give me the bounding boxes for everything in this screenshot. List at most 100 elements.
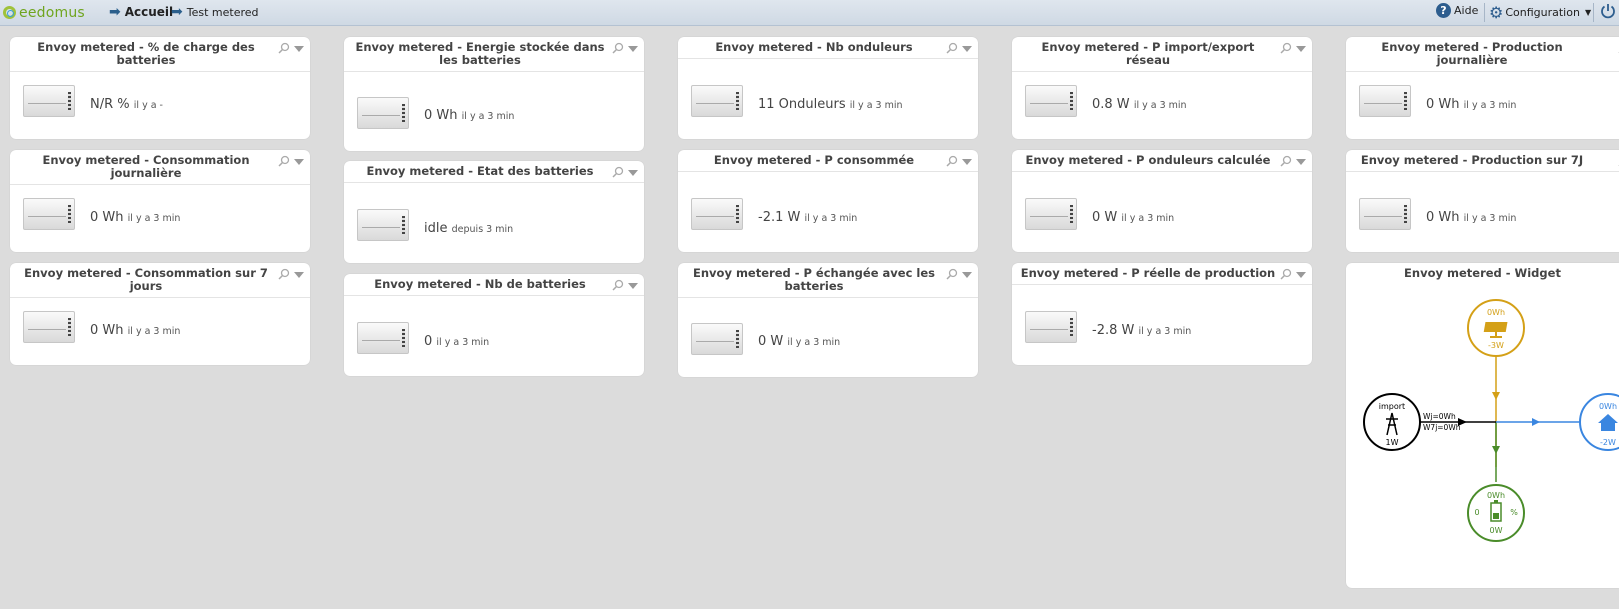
widget-title: Envoy metered - % de charge des batterie… [10, 37, 310, 72]
device-image [23, 198, 75, 230]
device-image [1025, 311, 1077, 343]
divider [1484, 3, 1485, 22]
widget-title: Envoy metered - Nb de batteries [344, 274, 644, 296]
zoom-icon[interactable] [612, 42, 624, 54]
zoom-icon[interactable] [612, 166, 624, 178]
widget-title: Envoy metered - Energie stockée dans les… [344, 37, 644, 72]
help-label: Aide [1454, 4, 1479, 17]
solar-flow-arrow [1492, 392, 1500, 400]
home-top-label: 0Wh [1599, 402, 1617, 411]
menu-dropdown-icon[interactable] [628, 46, 638, 52]
widget-value: 0 Wh il y a 3 min [1426, 97, 1517, 112]
energy-flow-diagram: 0Wh -3W import 1W Wj=0Wh W7j=0Wh 0Wh -2W… [1363, 299, 1619, 542]
widget-card: Envoy metered - P réelle de production -… [1012, 263, 1312, 365]
widget-value: 0 il y a 3 min [424, 334, 490, 349]
widget-card: Envoy metered - % de charge des batterie… [10, 37, 310, 139]
zoom-icon[interactable] [946, 155, 958, 167]
arrow-right-icon: ➡ [171, 4, 183, 20]
zoom-icon[interactable] [612, 279, 624, 291]
home-flow-arrow [1532, 418, 1540, 426]
zoom-icon[interactable] [278, 42, 290, 54]
device-image [357, 209, 409, 241]
zoom-icon[interactable] [278, 268, 290, 280]
widget-title: Envoy metered - Consommation journalière [10, 150, 310, 185]
widget-value: idle depuis 3 min [424, 221, 514, 236]
menu-dropdown-icon[interactable] [962, 46, 972, 52]
zoom-icon[interactable] [1280, 268, 1292, 280]
battery-right-label: % [1510, 508, 1518, 517]
widget-value: 0 Wh il y a 3 min [90, 210, 181, 225]
grid-week-label: W7j=0Wh [1423, 423, 1461, 432]
menu-dropdown-icon[interactable] [962, 272, 972, 278]
widget-card: Envoy metered - Etat des batteries idle … [344, 161, 644, 263]
menu-dropdown-icon[interactable] [1296, 159, 1306, 165]
configuration-label: Configuration [1505, 6, 1580, 19]
zoom-icon[interactable] [1280, 155, 1292, 167]
device-image [1025, 198, 1077, 230]
menu-dropdown-icon[interactable] [628, 170, 638, 176]
device-image [691, 85, 743, 117]
device-image [23, 85, 75, 117]
device-image [1359, 85, 1411, 117]
widget-value: N/R % il y a - [90, 97, 163, 112]
widget-value: 11 Onduleurs il y a 3 min [758, 97, 903, 112]
widget-card: Envoy metered - P onduleurs calculée 0 W… [1012, 150, 1312, 252]
divider [1593, 3, 1594, 22]
energy-flow-widget: Envoy metered - Widget 0Wh -3W import 1W… [1346, 263, 1619, 588]
widget-value: 0 Wh il y a 3 min [1426, 210, 1517, 225]
widget-card: Envoy metered - Production journalière 0… [1346, 37, 1619, 139]
menu-dropdown-icon[interactable] [1296, 272, 1306, 278]
widget-title: Envoy metered - P import/export réseau [1012, 37, 1312, 72]
widget-value: -2.1 W il y a 3 min [758, 210, 858, 225]
menu-dropdown-icon[interactable] [294, 159, 304, 165]
zoom-icon[interactable] [1280, 42, 1292, 54]
eedomus-logo[interactable]: eedomus [0, 3, 85, 22]
device-image [691, 323, 743, 355]
battery-flow-arrow [1492, 446, 1500, 454]
widget-title: Envoy metered - P onduleurs calculée [1012, 150, 1312, 172]
grid-value: 1W [1386, 438, 1399, 447]
widget-value: 0.8 W il y a 3 min [1092, 97, 1187, 112]
widget-title: Envoy metered - P consommée [678, 150, 978, 172]
widget-title: Envoy metered - Consommation sur 7 jours [10, 263, 310, 298]
device-image [691, 198, 743, 230]
logo-text: eedomus [19, 4, 85, 21]
breadcrumb-current[interactable]: ➡ Test metered [171, 4, 259, 20]
solar-top-label: 0Wh [1487, 308, 1505, 317]
widget-title: Envoy metered - Etat des batteries [344, 161, 644, 183]
device-image [1359, 198, 1411, 230]
zoom-icon[interactable] [278, 155, 290, 167]
breadcrumb-home[interactable]: ➡ Accueil [109, 4, 173, 20]
widget-card: Envoy metered - Production sur 7J 0 Wh i… [1346, 150, 1619, 252]
widget-card: Envoy metered - Nb onduleurs 11 Onduleur… [678, 37, 978, 139]
chevron-down-icon: ▼ [1584, 8, 1592, 17]
home-bottom-label: -2W [1600, 438, 1616, 447]
widget-card: Envoy metered - P échangée avec les batt… [678, 263, 978, 377]
zoom-icon[interactable] [946, 268, 958, 280]
widget-title: Envoy metered - Nb onduleurs [678, 37, 978, 59]
widget-card: Envoy metered - P import/export réseau 0… [1012, 37, 1312, 139]
grid-label: import [1379, 402, 1405, 411]
device-image [1025, 85, 1077, 117]
battery-left-label: 0 [1474, 508, 1479, 517]
configuration-menu[interactable]: ⚙ Configuration ▼ [1489, 3, 1591, 22]
menu-dropdown-icon[interactable] [1296, 46, 1306, 52]
widget-value: 0 W il y a 3 min [1092, 210, 1175, 225]
widget-card: Envoy metered - Consommation journalière… [10, 150, 310, 252]
menu-dropdown-icon[interactable] [294, 272, 304, 278]
arrow-right-icon: ➡ [109, 4, 121, 20]
menu-dropdown-icon[interactable] [962, 159, 972, 165]
widget-title: Envoy metered - Production sur 7J [1346, 150, 1619, 172]
battery-top-label: 0Wh [1487, 491, 1505, 500]
widget-title: Envoy metered - Production journalière [1346, 37, 1619, 72]
device-image [357, 322, 409, 354]
menu-dropdown-icon[interactable] [294, 46, 304, 52]
widget-value: 0 Wh il y a 3 min [90, 323, 181, 338]
widget-title: Envoy metered - P réelle de production [1012, 263, 1312, 285]
help-button[interactable]: ? Aide [1436, 3, 1478, 18]
gear-icon: ⚙ [1489, 3, 1504, 22]
menu-dropdown-icon[interactable] [628, 283, 638, 289]
logo-icon [3, 6, 16, 19]
power-icon[interactable] [1599, 2, 1617, 20]
zoom-icon[interactable] [946, 42, 958, 54]
